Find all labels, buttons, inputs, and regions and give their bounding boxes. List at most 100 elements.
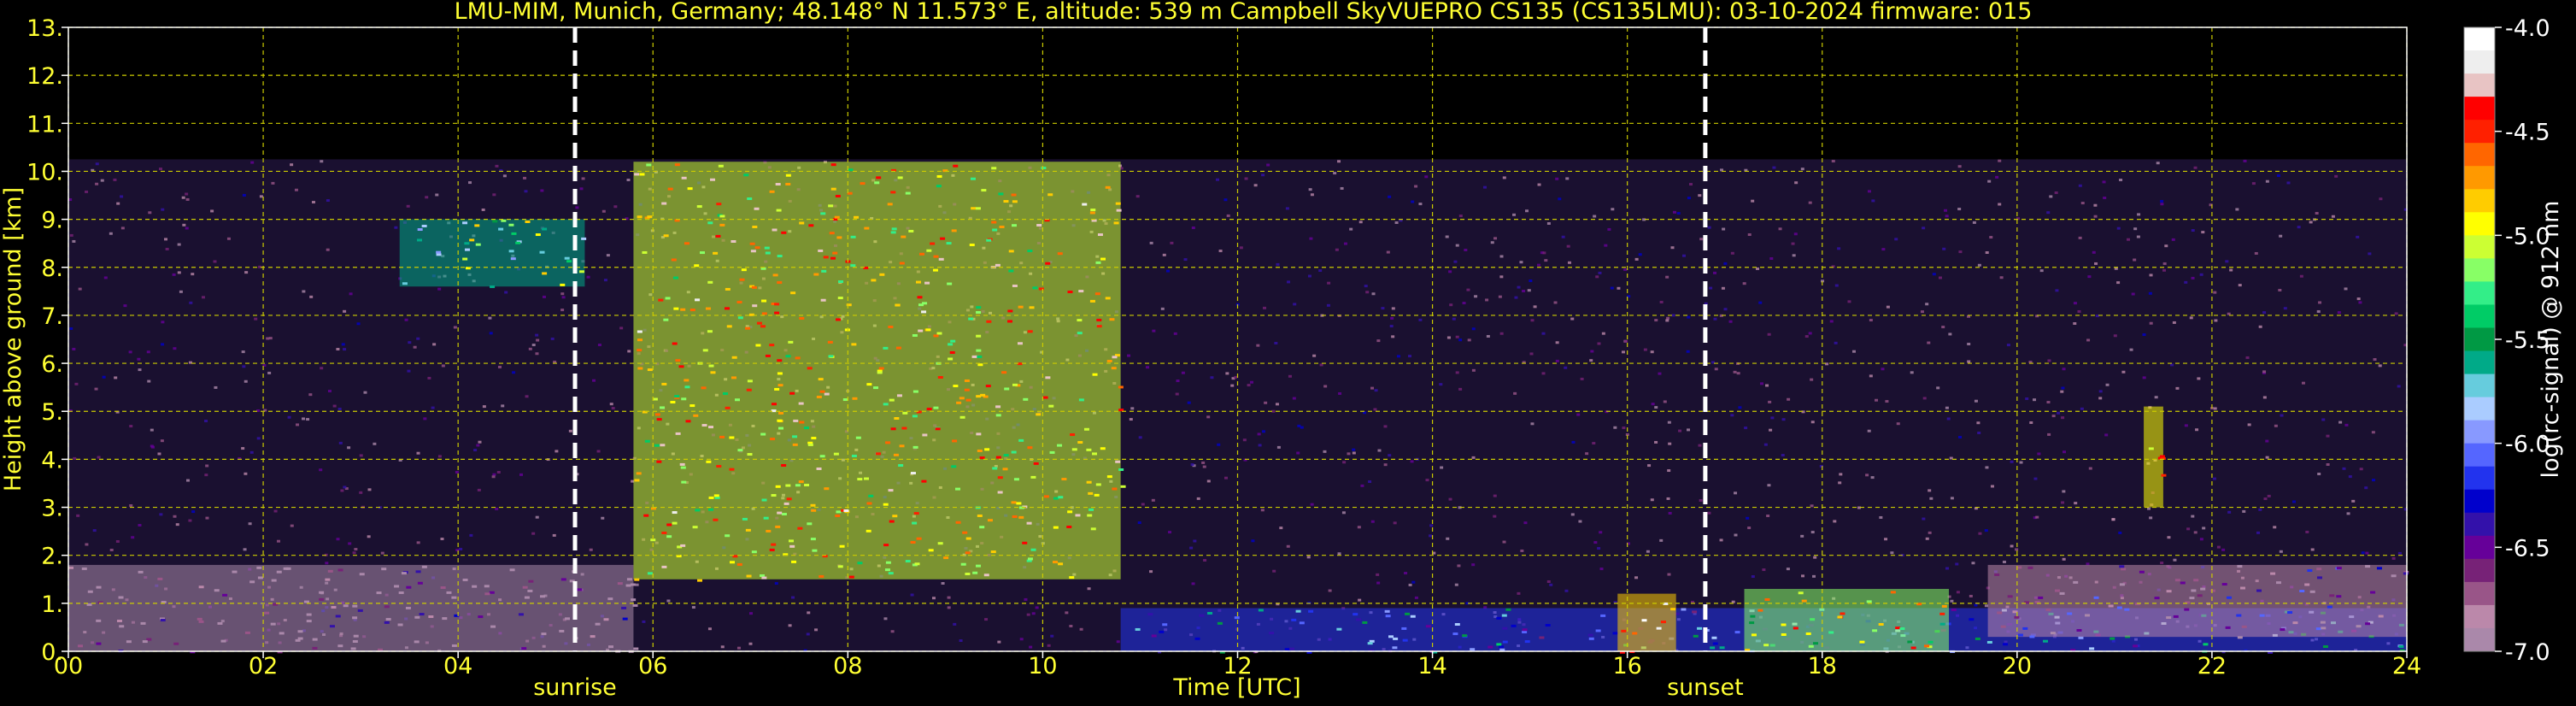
colorbar-segment — [2464, 27, 2495, 51]
feature-cell — [331, 605, 337, 609]
noise-speckle — [302, 417, 306, 421]
noise-speckle — [1429, 534, 1433, 538]
feature-cell — [921, 310, 927, 314]
noise-speckle — [1485, 298, 1489, 302]
noise-speckle — [367, 488, 372, 491]
noise-speckle — [1800, 534, 1804, 538]
noise-speckle — [1967, 360, 1971, 363]
feature-cirrus-morning — [399, 219, 587, 289]
noise-speckle — [85, 190, 89, 193]
noise-speckle — [1990, 485, 1994, 488]
feature-cell — [2365, 622, 2371, 626]
noise-speckle — [425, 196, 429, 199]
feature-cell — [2336, 595, 2342, 598]
noise-speckle — [2265, 179, 2269, 183]
feature-cell — [674, 163, 680, 167]
ceilometer-figure: LMU-MIM, Munich, Germany; 48.148° N 11.5… — [0, 0, 2564, 701]
noise-speckle — [1555, 177, 1559, 180]
noise-speckle — [497, 365, 502, 368]
noise-speckle — [1839, 473, 1843, 476]
feature-cell — [940, 237, 946, 240]
noise-speckle — [596, 450, 601, 453]
noise-speckle — [1810, 421, 1815, 424]
noise-speckle — [165, 247, 169, 250]
noise-speckle — [1610, 286, 1614, 290]
colorbar-tick-label: -4.5 — [2505, 120, 2550, 146]
colorbar-tick-label: -4.0 — [2505, 15, 2550, 42]
noise-speckle — [2093, 203, 2098, 207]
noise-speckle — [173, 515, 177, 518]
feature-cell — [747, 379, 753, 383]
feature-cell — [270, 622, 276, 626]
noise-speckle — [1514, 296, 1518, 299]
noise-speckle — [337, 407, 342, 410]
feature-cell — [2237, 565, 2243, 568]
feature-cell — [674, 395, 680, 398]
noise-speckle — [1666, 497, 1670, 500]
feature-cell — [706, 460, 712, 463]
noise-speckle — [931, 597, 936, 600]
feature-cell — [2110, 637, 2115, 640]
feature-cell — [478, 615, 484, 619]
feature-cell — [119, 625, 125, 628]
feature-cell — [775, 485, 781, 488]
noise-speckle — [191, 510, 196, 514]
noise-speckle — [326, 199, 330, 203]
feature-cell — [997, 491, 1003, 494]
noise-speckle — [1723, 262, 1728, 265]
feature-cell — [617, 582, 623, 585]
noise-speckle — [1529, 279, 1533, 283]
noise-speckle — [1170, 241, 1174, 244]
feature-cell — [696, 205, 702, 209]
feature-convective-plume — [1617, 593, 1676, 654]
feature-cell — [1454, 623, 1460, 627]
feature-cell — [976, 564, 982, 568]
noise-speckle — [1343, 242, 1347, 245]
feature-cell — [2329, 594, 2335, 597]
feature-cell — [901, 427, 907, 430]
feature-cell — [634, 578, 640, 581]
noise-speckle — [188, 519, 192, 522]
noise-speckle — [2213, 407, 2217, 410]
noise-speckle — [1264, 401, 1268, 404]
feature-cell — [910, 541, 916, 544]
feature-cell — [1007, 320, 1013, 323]
feature-cell — [541, 632, 547, 636]
noise-speckle — [1499, 332, 1504, 335]
feature-cell — [937, 542, 943, 545]
noise-speckle — [473, 449, 478, 452]
feature-cell — [2042, 639, 2048, 643]
noise-speckle — [2273, 526, 2277, 529]
y-tick-label: 2. — [41, 544, 63, 570]
noise-speckle — [488, 316, 492, 320]
noise-speckle — [1781, 418, 1786, 421]
feature-cell — [791, 560, 797, 563]
feature-cell — [2365, 565, 2371, 568]
noise-speckle — [1340, 186, 1344, 190]
noise-speckle — [1116, 640, 1120, 644]
noise-speckle — [69, 327, 73, 330]
noise-speckle — [1483, 185, 1488, 189]
feature-cell — [1910, 646, 1916, 650]
noise-speckle — [453, 326, 457, 329]
feature-cell — [1505, 608, 1511, 611]
feature-cell — [1712, 642, 1718, 645]
feature-cell — [1872, 629, 1878, 632]
feature-cell — [2184, 608, 2190, 611]
noise-speckle — [244, 472, 248, 475]
feature-cell — [808, 224, 814, 227]
noise-speckle — [1950, 497, 1954, 500]
feature-cell — [2304, 583, 2310, 586]
feature-cell — [774, 387, 780, 391]
y-tick-label: 5. — [41, 399, 63, 426]
feature-cell — [679, 462, 685, 466]
feature-cell — [436, 253, 442, 256]
feature-cell — [1095, 261, 1101, 264]
noise-speckle — [2002, 560, 2006, 563]
noise-speckle — [1445, 235, 1449, 238]
noise-speckle — [1541, 372, 1546, 375]
feature-cell — [976, 349, 982, 352]
feature-cell — [312, 646, 318, 650]
noise-speckle — [1910, 371, 1914, 374]
noise-speckle — [1050, 634, 1054, 638]
